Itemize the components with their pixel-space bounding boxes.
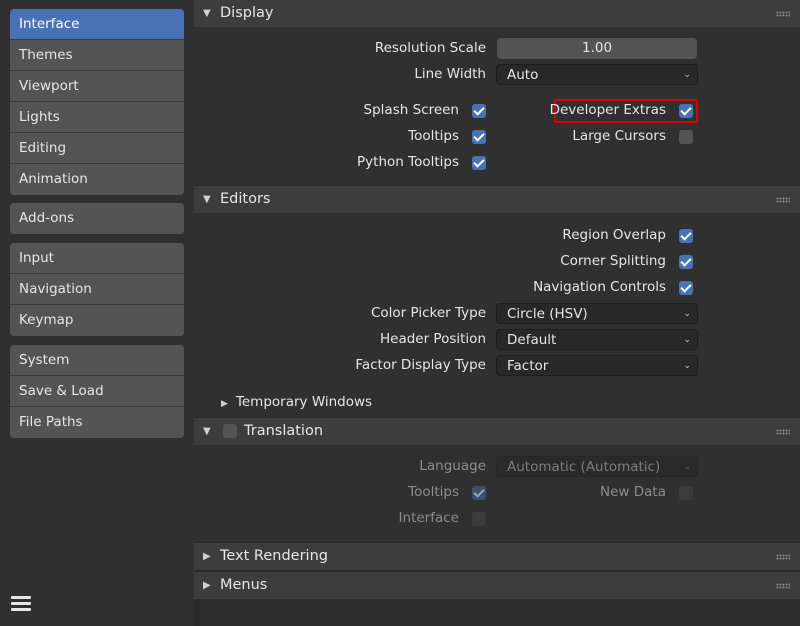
preferences-main-area: ▼ Display Resolution Scale 1.00 Line Wid…: [194, 0, 800, 626]
drag-grip-icon[interactable]: [776, 554, 790, 560]
text-rendering-panel-header[interactable]: ▶ Text Rendering: [194, 543, 800, 570]
editors-panel-body: Region Overlap Corner Splitting Navigati…: [194, 213, 800, 417]
python-tooltips-checkbox[interactable]: [472, 156, 486, 170]
expanded-triangle-icon: ▼: [203, 8, 211, 19]
navigation-controls-checkbox[interactable]: [679, 281, 693, 295]
translation-tooltips-checkbox[interactable]: [472, 486, 486, 500]
color-picker-type-dropdown[interactable]: Circle (HSV) ⌄: [496, 303, 698, 324]
sidebar-item-file-paths[interactable]: File Paths: [10, 407, 184, 438]
large-cursors-checkbox[interactable]: [679, 130, 693, 144]
text-rendering-panel-title: Text Rendering: [220, 548, 328, 564]
chevron-down-icon: ⌄: [683, 309, 691, 319]
nav-group-addons: Add-ons: [10, 203, 184, 234]
chevron-down-icon: ⌄: [683, 361, 691, 371]
sidebar-item-add-ons[interactable]: Add-ons: [10, 203, 184, 234]
header-position-value: Default: [507, 332, 557, 348]
factor-display-type-label: Factor Display Type: [355, 357, 486, 373]
sidebar-item-lights[interactable]: Lights: [10, 102, 184, 133]
display-panel-body: Resolution Scale 1.00 Line Width Auto ⌄ …: [194, 27, 800, 185]
drag-grip-icon[interactable]: [776, 197, 790, 203]
resolution-scale-field[interactable]: 1.00: [497, 38, 697, 59]
python-tooltips-label: Python Tooltips: [357, 154, 459, 170]
sidebar-item-save-load[interactable]: Save & Load: [10, 376, 184, 407]
translation-panel-header[interactable]: ▼ Translation: [194, 418, 800, 445]
menus-panel-title: Menus: [220, 577, 268, 593]
sidebar-item-animation[interactable]: Animation: [10, 164, 184, 195]
nav-group-system: System Save & Load File Paths: [10, 345, 184, 438]
translation-panel-title: Translation: [244, 423, 324, 439]
chevron-down-icon: ⌄: [683, 70, 691, 80]
temporary-windows-subpanel-toggle[interactable]: ▶ Temporary Windows: [221, 392, 372, 414]
splash-screen-label: Splash Screen: [363, 102, 459, 118]
sidebar-item-keymap[interactable]: Keymap: [10, 305, 184, 336]
new-data-label: New Data: [600, 484, 666, 500]
splash-screen-checkbox[interactable]: [472, 104, 486, 118]
language-label: Language: [419, 458, 486, 474]
translation-interface-label: Interface: [398, 510, 459, 526]
menus-panel-header[interactable]: ▶ Menus: [194, 572, 800, 599]
navigation-controls-label: Navigation Controls: [533, 279, 666, 295]
sidebar-item-input[interactable]: Input: [10, 243, 184, 274]
editors-panel-header[interactable]: ▼ Editors: [194, 186, 800, 213]
language-dropdown[interactable]: Automatic (Automatic) ⌄: [496, 456, 698, 477]
temporary-windows-label: Temporary Windows: [235, 394, 373, 410]
chevron-down-icon: ⌄: [683, 462, 691, 472]
translation-interface-checkbox[interactable]: [472, 512, 486, 526]
translation-panel-body: Language Automatic (Automatic) ⌄ Tooltip…: [194, 445, 800, 541]
sidebar-item-editing[interactable]: Editing: [10, 133, 184, 164]
drag-grip-icon[interactable]: [776, 11, 790, 17]
corner-splitting-checkbox[interactable]: [679, 255, 693, 269]
drag-grip-icon[interactable]: [776, 583, 790, 589]
color-picker-type-value: Circle (HSV): [507, 306, 588, 322]
region-overlap-checkbox[interactable]: [679, 229, 693, 243]
hamburger-menu-icon[interactable]: [11, 596, 33, 616]
developer-extras-label: Developer Extras: [549, 102, 666, 118]
header-position-label: Header Position: [379, 331, 486, 347]
developer-extras-checkbox[interactable]: [679, 104, 693, 118]
nav-group-general: Interface Themes Viewport Lights Editing…: [10, 9, 184, 195]
translation-enable-checkbox[interactable]: [223, 424, 237, 438]
translation-tooltips-label: Tooltips: [408, 484, 459, 500]
drag-grip-icon[interactable]: [776, 429, 790, 435]
color-picker-type-label: Color Picker Type: [370, 305, 486, 321]
preferences-sidebar: Interface Themes Viewport Lights Editing…: [0, 0, 193, 626]
tooltips-label: Tooltips: [408, 128, 459, 144]
sidebar-item-navigation[interactable]: Navigation: [10, 274, 184, 305]
large-cursors-label: Large Cursors: [572, 128, 666, 144]
expanded-triangle-icon: ▼: [203, 194, 211, 205]
language-value: Automatic (Automatic): [507, 459, 661, 475]
collapsed-triangle-icon: ▶: [203, 551, 211, 562]
corner-splitting-label: Corner Splitting: [560, 253, 666, 269]
factor-display-type-value: Factor: [507, 358, 549, 374]
header-position-dropdown[interactable]: Default ⌄: [496, 329, 698, 350]
editors-panel-title: Editors: [220, 191, 271, 207]
sidebar-item-themes[interactable]: Themes: [10, 40, 184, 71]
sidebar-item-system[interactable]: System: [10, 345, 184, 376]
line-width-value: Auto: [507, 67, 539, 83]
nav-group-input: Input Navigation Keymap: [10, 243, 184, 336]
sidebar-item-viewport[interactable]: Viewport: [10, 71, 184, 102]
line-width-dropdown[interactable]: Auto ⌄: [496, 64, 698, 85]
resolution-scale-label: Resolution Scale: [374, 40, 486, 56]
display-panel-title: Display: [220, 5, 274, 21]
region-overlap-label: Region Overlap: [562, 227, 666, 243]
new-data-checkbox[interactable]: [679, 486, 693, 500]
collapsed-triangle-icon: ▶: [221, 399, 228, 409]
tooltips-checkbox[interactable]: [472, 130, 486, 144]
expanded-triangle-icon: ▼: [203, 426, 211, 437]
line-width-label: Line Width: [414, 66, 486, 82]
chevron-down-icon: ⌄: [683, 335, 691, 345]
collapsed-triangle-icon: ▶: [203, 580, 211, 591]
display-panel-header[interactable]: ▼ Display: [194, 0, 800, 27]
factor-display-type-dropdown[interactable]: Factor ⌄: [496, 355, 698, 376]
sidebar-item-interface[interactable]: Interface: [10, 9, 184, 40]
